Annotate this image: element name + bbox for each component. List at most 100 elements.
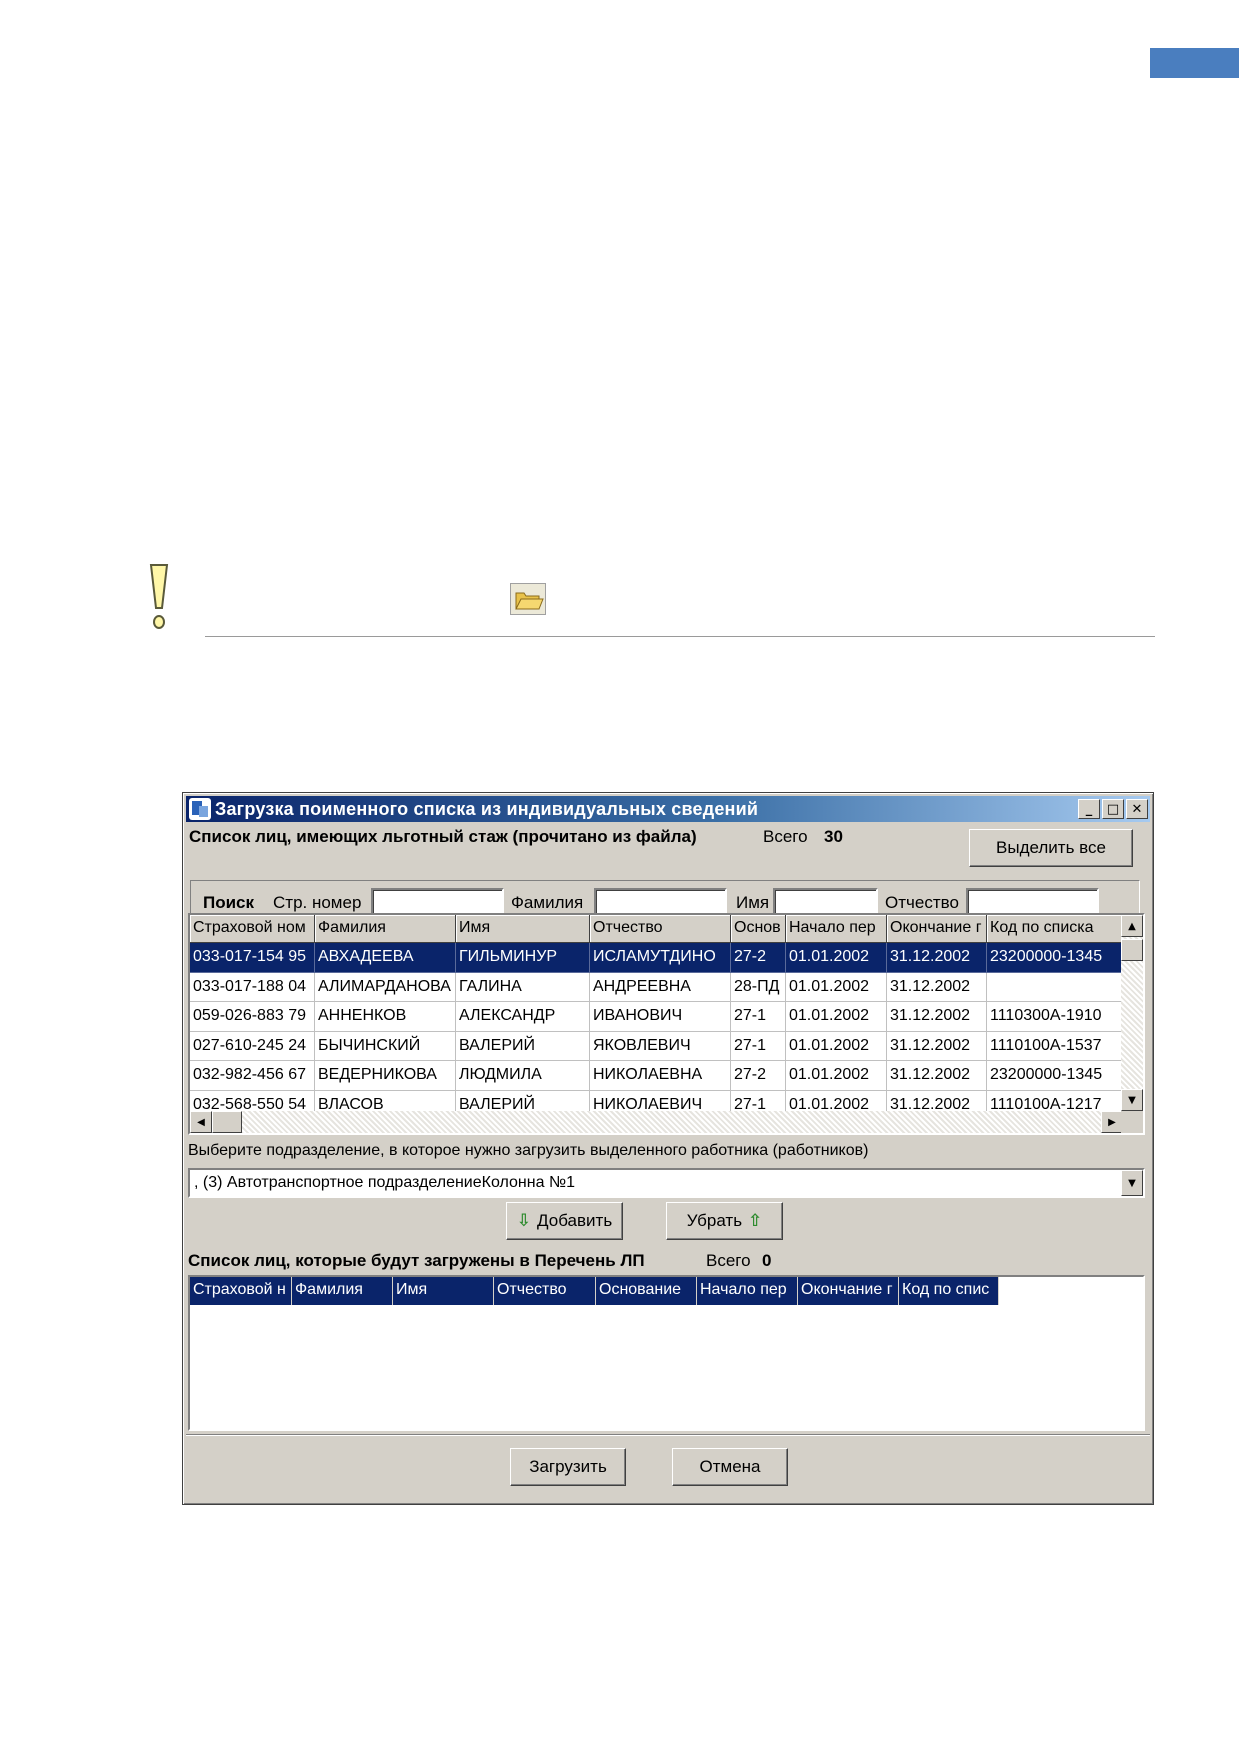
cell-last-name[interactable]: БЫЧИНСКИЙ <box>315 1031 456 1061</box>
cell-first-name[interactable]: АЛЕКСАНДР <box>456 1002 590 1032</box>
scroll-left-icon[interactable]: ◀ <box>190 1111 212 1133</box>
department-select[interactable]: , (3) Автотранспортное подразделениеКоло… <box>188 1168 1145 1198</box>
col-first-name[interactable]: Имя <box>456 915 590 943</box>
remove-label: Убрать <box>686 1211 743 1230</box>
cell-basis[interactable]: 28-ПД <box>731 972 786 1002</box>
arrow-up-icon: ⇧ <box>748 1211 763 1231</box>
col-ins-number[interactable]: Страховой ном <box>190 915 315 943</box>
cell-end-date[interactable]: 31.12.2002 <box>887 972 987 1002</box>
last-name-label: Фамилия <box>511 893 584 912</box>
cell-patronymic[interactable]: ИВАНОВИЧ <box>590 1002 731 1032</box>
scroll-corner <box>1121 1111 1143 1133</box>
col2-first-name[interactable]: Имя <box>393 1277 494 1305</box>
cell-ins-number[interactable]: 032-982-456 67 <box>190 1061 315 1091</box>
remove-button[interactable]: Убрать ⇧ <box>666 1202 783 1240</box>
first-name-label: Имя <box>736 893 770 912</box>
table-row[interactable]: 032-982-456 67 ВЕДЕРНИКОВА ЛЮДМИЛА НИКОЛАЕВ… <box>190 1061 1123 1091</box>
list-heading: Список лиц, имеющих льготный стаж (прочи… <box>189 827 697 846</box>
table-row[interactable]: 059-026-883 79 АННЕНКОВ АЛЕКСАНДР ИВАНОВИЧ 2… <box>190 1002 1123 1032</box>
app-icon <box>189 798 211 820</box>
col-end-date[interactable]: Окончание г <box>887 915 987 943</box>
cell-ins-number[interactable]: 027-610-245 24 <box>190 1031 315 1061</box>
select-all-label: Выделить все <box>996 838 1106 857</box>
col2-patronymic[interactable]: Отчество <box>494 1277 596 1305</box>
cell-end-date[interactable]: 31.12.2002 <box>887 1031 987 1061</box>
cell-patronymic[interactable]: НИКОЛАЕВНА <box>590 1061 731 1091</box>
col-start-date[interactable]: Начало пер <box>786 915 887 943</box>
page-corner-tab <box>1150 48 1239 78</box>
vertical-scrollbar[interactable]: ▲ ▼ <box>1121 915 1143 1111</box>
cell-start-date[interactable]: 01.01.2002 <box>786 943 887 973</box>
cancel-label: Отмена <box>699 1457 761 1476</box>
cell-last-name[interactable]: АЛИМАРДАНОВА <box>315 972 456 1002</box>
cell-list-code[interactable] <box>987 972 1123 1002</box>
cell-last-name[interactable]: АННЕНКОВ <box>315 1002 456 1032</box>
cell-ins-number[interactable]: 059-026-883 79 <box>190 1002 315 1032</box>
horizontal-scrollbar[interactable]: ◀ ▶ <box>190 1111 1123 1133</box>
col-patronymic[interactable]: Отчество <box>590 915 731 943</box>
maximize-icon[interactable]: □ <box>1102 799 1124 819</box>
col2-basis[interactable]: Основание <box>596 1277 697 1305</box>
dropdown-arrow-icon[interactable]: ▼ <box>1121 1170 1143 1196</box>
cell-list-code[interactable]: 1110100А-1537 <box>987 1031 1123 1061</box>
total-label: Всего <box>763 827 808 846</box>
department-value: , (3) Автотранспортное подразделениеКоло… <box>194 1174 575 1191</box>
cell-end-date[interactable]: 31.12.2002 <box>887 1061 987 1091</box>
cell-basis[interactable]: 27-1 <box>731 1031 786 1061</box>
cell-ins-number[interactable]: 033-017-188 04 <box>190 972 315 1002</box>
cell-last-name[interactable]: АВХАДЕЕВА <box>315 943 456 973</box>
cell-start-date[interactable]: 01.01.2002 <box>786 1061 887 1091</box>
select-all-button[interactable]: Выделить все <box>969 829 1133 867</box>
scroll-up-icon[interactable]: ▲ <box>1121 915 1143 937</box>
bottom-button-panel: Загрузить Отмена <box>186 1434 1150 1500</box>
vertical-scroll-thumb[interactable] <box>1121 939 1143 961</box>
cancel-button[interactable]: Отмена <box>672 1448 788 1486</box>
table-row[interactable]: 033-017-188 04 АЛИМАРДАНОВА ГАЛИНА АНДРЕЕВН… <box>190 972 1123 1002</box>
cell-ins-number[interactable]: 033-017-154 95 <box>190 943 315 973</box>
target-list-grid[interactable]: Страховой н Фамилия Имя Отчество Основан… <box>188 1275 1145 1431</box>
open-folder-icon <box>510 583 546 615</box>
cell-list-code[interactable]: 1110300А-1910 <box>987 1002 1123 1032</box>
col-basis[interactable]: Основ <box>731 915 786 943</box>
cell-start-date[interactable]: 01.01.2002 <box>786 972 887 1002</box>
cell-patronymic[interactable]: ИСЛАМУТДИНО <box>590 943 731 973</box>
total2-value: 0 <box>762 1251 772 1270</box>
search-heading: Поиск <box>203 893 255 912</box>
horizontal-scroll-thumb[interactable] <box>212 1111 242 1133</box>
load-button[interactable]: Загрузить <box>510 1448 626 1486</box>
col2-ins-number[interactable]: Страховой н <box>190 1277 292 1305</box>
col2-list-code[interactable]: Код по спис <box>899 1277 999 1305</box>
col-list-code[interactable]: Код по списка <box>987 915 1123 943</box>
cell-first-name[interactable]: ВАЛЕРИЙ <box>456 1031 590 1061</box>
cell-first-name[interactable]: ГАЛИНА <box>456 972 590 1002</box>
table-row[interactable]: 033-017-154 95 АВХАДЕЕВА ГИЛЬМИНУР ИСЛАМУТД… <box>190 943 1123 973</box>
cell-list-code[interactable]: 23200000-1345 <box>987 943 1123 973</box>
cell-first-name[interactable]: ЛЮДМИЛА <box>456 1061 590 1091</box>
cell-patronymic[interactable]: ЯКОВЛЕВИЧ <box>590 1031 731 1061</box>
cell-basis[interactable]: 27-2 <box>731 943 786 973</box>
cell-first-name[interactable]: ГИЛЬМИНУР <box>456 943 590 973</box>
source-list-grid[interactable]: Страховой ном Фамилия Имя Отчество Основ… <box>188 913 1145 1135</box>
table-row[interactable]: 027-610-245 24 БЫЧИНСКИЙ ВАЛЕРИЙ ЯКОВЛЕВИЧ 2… <box>190 1031 1123 1061</box>
total-value: 30 <box>824 827 843 846</box>
cell-basis[interactable]: 27-1 <box>731 1002 786 1032</box>
cell-basis[interactable]: 27-2 <box>731 1061 786 1091</box>
scroll-right-icon[interactable]: ▶ <box>1101 1111 1123 1133</box>
col2-last-name[interactable]: Фамилия <box>292 1277 393 1305</box>
cell-end-date[interactable]: 31.12.2002 <box>887 1002 987 1032</box>
scroll-down-icon[interactable]: ▼ <box>1121 1089 1143 1111</box>
cell-end-date[interactable]: 31.12.2002 <box>887 943 987 973</box>
dialog-titlebar[interactable]: Загрузка поименного списка из индивидуал… <box>186 796 1150 822</box>
add-button[interactable]: ⇩ Добавить <box>506 1202 623 1240</box>
cell-list-code[interactable]: 23200000-1345 <box>987 1061 1123 1091</box>
close-icon[interactable]: ✕ <box>1126 799 1148 819</box>
col2-end-date[interactable]: Окончание г <box>798 1277 899 1305</box>
minimize-icon[interactable]: _ <box>1078 799 1100 819</box>
col2-start-date[interactable]: Начало пер <box>697 1277 798 1305</box>
cell-last-name[interactable]: ВЕДЕРНИКОВА <box>315 1061 456 1091</box>
grid-rows: 033-017-154 95 АВХАДЕЕВА ГИЛЬМИНУР ИСЛАМУТД… <box>190 943 1123 1120</box>
cell-start-date[interactable]: 01.01.2002 <box>786 1031 887 1061</box>
cell-start-date[interactable]: 01.01.2002 <box>786 1002 887 1032</box>
col-last-name[interactable]: Фамилия <box>315 915 456 943</box>
cell-patronymic[interactable]: АНДРЕЕВНА <box>590 972 731 1002</box>
